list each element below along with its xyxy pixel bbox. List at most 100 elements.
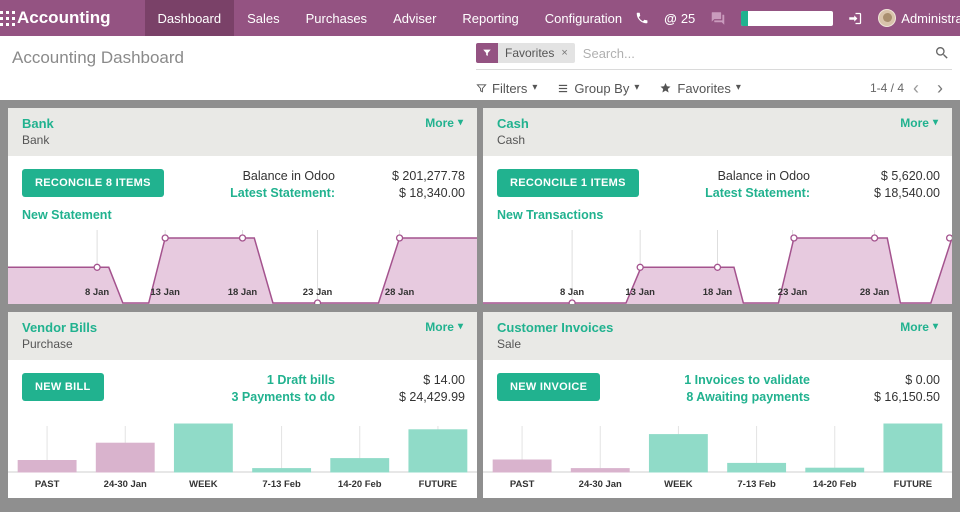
cash-card: Cash Cash More▾ RECONCILE 1 ITEMS New Tr… [483, 108, 952, 304]
session-progress-bar [741, 11, 833, 26]
pager: 1-4 / 4 ‹ › [870, 79, 952, 97]
bank-summary: Balance in Odoo $ 201,277.78 Latest Stat… [230, 169, 465, 200]
search-icon[interactable] [932, 45, 952, 61]
nav-item-reporting[interactable]: Reporting [449, 0, 531, 36]
dashboard-grid: Bank Bank More▾ RECONCILE 8 ITEMS New St… [0, 100, 960, 506]
payments-to-do-link[interactable]: 3 Payments to do [232, 390, 336, 404]
search-input[interactable] [583, 46, 932, 61]
bank-balance-chart: 8 Jan13 Jan18 Jan23 Jan28 Jan [8, 224, 477, 304]
customer-invoices-chart: PAST24-30 JanWEEK7-13 Feb14-20 FebFUTURE [483, 416, 952, 494]
new-invoice-button[interactable]: NEW INVOICE [497, 373, 600, 401]
balance-value: $ 5,620.00 [836, 169, 940, 183]
svg-text:PAST: PAST [510, 479, 535, 490]
search-options-row: Filters ▾ Group By ▾ Favorites ▾ 1-4 / 4… [476, 79, 952, 97]
vendor-bills-summary: 1 Draft bills $ 14.00 3 Payments to do $… [232, 373, 466, 404]
star-icon [659, 82, 672, 94]
svg-text:PAST: PAST [35, 479, 60, 490]
svg-text:24-30 Jan: 24-30 Jan [104, 479, 147, 490]
chevron-down-icon: ▾ [736, 83, 741, 93]
close-icon[interactable]: × [561, 47, 567, 59]
page-title: Accounting Dashboard [12, 48, 184, 68]
progress-fill [741, 11, 748, 26]
search-bar[interactable]: Favorites × [476, 43, 952, 70]
customer-invoices-summary: 1 Invoices to validate $ 0.00 8 Awaiting… [684, 373, 940, 404]
awaiting-payments-link[interactable]: 8 Awaiting payments [684, 390, 810, 404]
nav-item-configuration[interactable]: Configuration [532, 0, 635, 36]
favorites-button[interactable]: Favorites ▾ [659, 81, 741, 96]
chevron-down-icon: ▾ [634, 83, 639, 93]
balance-label: Balance in Odoo [705, 169, 810, 183]
svg-text:FUTURE: FUTURE [894, 479, 932, 490]
bank-card: Bank Bank More▾ RECONCILE 8 ITEMS New St… [8, 108, 477, 304]
payments-to-do-value: $ 24,429.99 [361, 390, 465, 404]
customer-invoices-more-button[interactable]: More▾ [900, 320, 938, 334]
bank-more-button[interactable]: More▾ [425, 116, 463, 130]
awaiting-payments-value: $ 16,150.50 [836, 390, 940, 404]
draft-bills-link[interactable]: 1 Draft bills [232, 373, 336, 387]
at-icon: @ [664, 11, 677, 26]
new-statement-link[interactable]: New Statement [22, 208, 112, 222]
user-menu[interactable]: Administrator ▾ [878, 9, 960, 27]
vendor-bills-card-subtitle: Purchase [22, 337, 97, 351]
new-transactions-link[interactable]: New Transactions [497, 208, 603, 222]
nav-item-dashboard[interactable]: Dashboard [145, 0, 235, 36]
chevron-down-icon: ▾ [458, 322, 463, 332]
activities-badge[interactable]: @ 25 [664, 11, 695, 26]
chevron-down-icon: ▾ [933, 118, 938, 128]
user-name: Administrator [901, 11, 960, 26]
svg-text:18 Jan: 18 Jan [703, 287, 733, 298]
cash-card-title[interactable]: Cash [497, 116, 529, 131]
draft-bills-value: $ 14.00 [361, 373, 465, 387]
vendor-bills-more-button[interactable]: More▾ [425, 320, 463, 334]
messages-icon[interactable] [710, 11, 726, 26]
group-by-button[interactable]: Group By ▾ [557, 81, 639, 96]
svg-text:FUTURE: FUTURE [419, 479, 457, 490]
reconcile-items-button[interactable]: RECONCILE 8 ITEMS [22, 169, 164, 197]
bank-card-title[interactable]: Bank [22, 116, 54, 131]
svg-text:28 Jan: 28 Jan [385, 287, 415, 298]
invoices-to-validate-value: $ 0.00 [836, 373, 940, 387]
funnel-icon [476, 83, 487, 94]
chevron-down-icon: ▾ [532, 83, 537, 93]
avatar [878, 9, 896, 27]
sign-in-icon[interactable] [848, 11, 863, 26]
cash-summary: Balance in Odoo $ 5,620.00 Latest Statem… [705, 169, 940, 200]
svg-text:WEEK: WEEK [189, 479, 218, 490]
svg-text:7-13 Feb: 7-13 Feb [262, 479, 301, 490]
svg-text:14-20 Feb: 14-20 Feb [338, 479, 382, 490]
vendor-bills-card: Vendor Bills Purchase More▾ NEW BILL 1 D… [8, 312, 477, 498]
balance-label: Balance in Odoo [230, 169, 335, 183]
nav-item-adviser[interactable]: Adviser [380, 0, 449, 36]
new-bill-button[interactable]: NEW BILL [22, 373, 104, 401]
vendor-bills-card-title[interactable]: Vendor Bills [22, 320, 97, 335]
apps-grid-icon[interactable] [0, 0, 15, 36]
app-brand[interactable]: Accounting [15, 8, 145, 28]
reconcile-items-button[interactable]: RECONCILE 1 ITEMS [497, 169, 639, 197]
activity-count: 25 [681, 11, 695, 26]
bank-card-subtitle: Bank [22, 133, 54, 147]
pager-range: 1-4 / 4 [870, 81, 904, 95]
control-panel: Accounting Dashboard Favorites × Filters [0, 36, 960, 100]
latest-statement-value: $ 18,340.00 [361, 186, 465, 200]
filters-button[interactable]: Filters ▾ [476, 81, 537, 96]
svg-text:WEEK: WEEK [664, 479, 693, 490]
cash-more-button[interactable]: More▾ [900, 116, 938, 130]
svg-text:8 Jan: 8 Jan [560, 287, 584, 298]
latest-statement-link[interactable]: Latest Statement: [705, 186, 810, 200]
latest-statement-link[interactable]: Latest Statement: [230, 186, 335, 200]
next-page-button[interactable]: › [928, 79, 952, 97]
search-facet-favorites[interactable]: Favorites × [476, 43, 575, 63]
prev-page-button[interactable]: ‹ [904, 79, 928, 97]
nav-item-sales[interactable]: Sales [234, 0, 293, 36]
cash-balance-chart: 8 Jan13 Jan18 Jan23 Jan28 Jan [483, 224, 952, 304]
invoices-to-validate-link[interactable]: 1 Invoices to validate [684, 373, 810, 387]
top-navbar: Accounting Dashboard Sales Purchases Adv… [0, 0, 960, 36]
chevron-down-icon: ▾ [933, 322, 938, 332]
svg-text:13 Jan: 13 Jan [625, 287, 655, 298]
balance-value: $ 201,277.78 [361, 169, 465, 183]
phone-icon[interactable] [635, 11, 649, 25]
customer-invoices-card-subtitle: Sale [497, 337, 613, 351]
nav-item-purchases[interactable]: Purchases [293, 0, 380, 36]
customer-invoices-card-title[interactable]: Customer Invoices [497, 320, 613, 335]
svg-text:23 Jan: 23 Jan [778, 287, 808, 298]
